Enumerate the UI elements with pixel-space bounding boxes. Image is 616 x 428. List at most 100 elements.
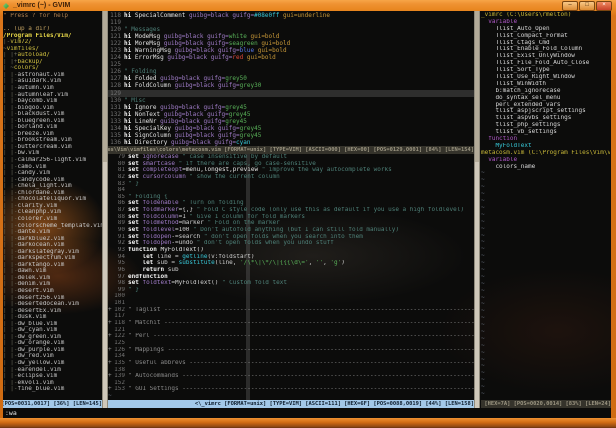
- code-line[interactable]: 125: [108, 61, 474, 68]
- empty-line[interactable]: ~: [481, 384, 610, 391]
- tag-line[interactable]: b:match_ignorecase: [481, 88, 610, 95]
- code-line[interactable]: 119: [108, 19, 474, 26]
- empty-line[interactable]: ~: [481, 350, 610, 357]
- tag-line[interactable]: do_syntax_sel_menu: [481, 95, 610, 102]
- code-line[interactable]: 124 hi ErrorMsg guibg=black guifg=red gui…: [108, 54, 474, 61]
- tag-line[interactable]: Tlist_Use_Right_Window: [481, 74, 610, 81]
- code-line[interactable]: 100: [108, 293, 474, 300]
- empty-line[interactable]: ~: [481, 260, 610, 267]
- empty-line[interactable]: ~: [481, 329, 610, 336]
- code-line[interactable]: 129: [108, 89, 474, 97]
- code-line[interactable]: 134 hi SpecialKey guibg=black guifg=grey4…: [108, 125, 474, 132]
- code-line[interactable]: 85 " Folding {: [108, 194, 474, 201]
- code-line[interactable]: 81 set completeopt=menu,longest,preview "…: [108, 167, 474, 174]
- code-line[interactable]: ~: [108, 393, 474, 400]
- tag-line[interactable]: tlist_vb_settings: [481, 129, 610, 136]
- code-line[interactable]: 98 set foldtext=MyFoldText() " Custom fol…: [108, 280, 474, 287]
- code-line[interactable]: +102 " Taglist --------------------------…: [108, 307, 474, 314]
- tag-line[interactable]: MyFoldText: [481, 143, 610, 150]
- statusline-explorer[interactable]: [POS=0031,0017] [36%] [LEN=145]: [3, 400, 102, 408]
- minimize-button[interactable]: –: [562, 1, 578, 11]
- empty-line[interactable]: ~: [481, 343, 610, 350]
- empty-line[interactable]: ~: [481, 233, 610, 240]
- empty-line[interactable]: ~: [481, 239, 610, 246]
- code-line[interactable]: +118 " Matchit --------------------------…: [108, 320, 474, 327]
- empty-line[interactable]: ~: [481, 363, 610, 370]
- empty-line[interactable]: ~: [481, 315, 610, 322]
- code-line[interactable]: 82 set cursorcolumn " show the current co…: [108, 174, 474, 181]
- empty-line[interactable]: ~: [481, 274, 610, 281]
- code-line[interactable]: +135 " Useful abbrevs -------------------…: [108, 360, 474, 367]
- maximize-button[interactable]: □: [579, 1, 595, 11]
- tag-line[interactable]: Tlist_Enable_Fold_Column: [481, 46, 610, 53]
- tag-line[interactable]: variable: [481, 157, 610, 164]
- code-line[interactable]: 134: [108, 353, 474, 360]
- empty-line[interactable]: ~: [481, 219, 610, 226]
- code-line[interactable]: 127 hi Folded guibg=black guifg=grey50: [108, 75, 474, 82]
- code-line[interactable]: +122 " Perl -----------------------------…: [108, 333, 474, 340]
- code-line[interactable]: 121 hi ModeMsg guibg=black guifg=white gu…: [108, 33, 474, 40]
- tag-line[interactable]: metacosm.vim (C:\Program Files\Vim\vi: [481, 150, 610, 157]
- code-line[interactable]: +126 " Mappings -------------------------…: [108, 347, 474, 354]
- empty-line[interactable]: ~: [481, 226, 610, 233]
- code-line[interactable]: 92 set foldopen-=undo " don't open folds …: [108, 240, 474, 247]
- tag-line[interactable]: colors_name: [481, 164, 610, 171]
- empty-line[interactable]: ~: [481, 336, 610, 343]
- code-line[interactable]: 131 hi Ignore guibg=black guifg=grey45: [108, 104, 474, 111]
- code-line[interactable]: 123 hi WarningMsg guibg=black guifg=blue …: [108, 47, 474, 54]
- empty-line[interactable]: ~: [481, 377, 610, 384]
- empty-line[interactable]: ~: [481, 205, 610, 212]
- code-line[interactable]: 95 let sub = substitute(line, '/\*\|\*/\…: [108, 260, 474, 267]
- code-line[interactable]: 86 set foldenable " Turn on folding: [108, 200, 474, 207]
- statusline-vimrc[interactable]: <\_vimrc [FORMAT=unix] [TYPE=VIM] [ASCII…: [108, 400, 474, 408]
- code-line[interactable]: 138: [108, 367, 474, 374]
- code-line[interactable]: 126 " Folding: [108, 68, 474, 75]
- code-line[interactable]: 136 hi Directory guibg=black guifg=cyan: [108, 139, 474, 146]
- tag-line[interactable]: tlist_aspvbs_settings: [481, 115, 610, 122]
- tag-line[interactable]: Tlist_WinWidth: [481, 81, 610, 88]
- code-line[interactable]: 87 set foldmarker={,} " Fold C style code…: [108, 207, 474, 214]
- empty-line[interactable]: ~: [481, 170, 610, 177]
- code-line[interactable]: 90 set foldlevel=100 " Don't autofold any…: [108, 227, 474, 234]
- tag-line[interactable]: perl_extended_vars: [481, 102, 610, 109]
- empty-line[interactable]: ~: [481, 322, 610, 329]
- code-line[interactable]: 128 hi FoldColumn guibg=black guifg=grey3…: [108, 82, 474, 89]
- tag-line[interactable]: Tlist_File_Fold_Auto_Close: [481, 60, 610, 67]
- code-line[interactable]: 89 set foldmethod=marker " Fold on the ma…: [108, 220, 474, 227]
- empty-line[interactable]: ~: [481, 281, 610, 288]
- code-line[interactable]: 120 " Messages: [108, 26, 474, 33]
- code-line[interactable]: 97 endfunction: [108, 274, 474, 281]
- empty-line[interactable]: ~: [481, 370, 610, 377]
- tag-line[interactable]: Tlist_Exist_OnlyWindow: [481, 53, 610, 60]
- code-line[interactable]: 101: [108, 300, 474, 307]
- code-line[interactable]: 125: [108, 340, 474, 347]
- empty-line[interactable]: ~: [481, 295, 610, 302]
- code-line[interactable]: 118 hi SpecialComment guibg=black guifg=#…: [108, 12, 474, 19]
- empty-line[interactable]: ~: [481, 253, 610, 260]
- empty-line[interactable]: ~: [481, 191, 610, 198]
- vimrc-scrollbar[interactable]: [474, 11, 480, 408]
- scrollbar-thumb[interactable]: [103, 11, 107, 163]
- code-line[interactable]: 121: [108, 327, 474, 334]
- code-line[interactable]: 94 let line = getline(v:foldstart): [108, 254, 474, 261]
- titlebar[interactable]: _vimrc (~) - GVIM – □ ×: [0, 0, 616, 11]
- tag-line[interactable]: Tlist_Ctags_Cmd: [481, 40, 610, 47]
- tag-line[interactable]: Tlist_Compact_Format: [481, 33, 610, 40]
- empty-line[interactable]: ~: [481, 288, 610, 295]
- empty-line[interactable]: ~: [481, 267, 610, 274]
- tag-line[interactable]: Tlist_Auto_Open: [481, 26, 610, 33]
- code-line[interactable]: 132 hi NonText guibg=black guifg=grey45: [108, 111, 474, 118]
- code-line[interactable]: 99 " }: [108, 287, 474, 294]
- code-line[interactable]: +153 " GUI Settings ---------------------…: [108, 386, 474, 393]
- code-line[interactable]: 79 set ignorecase " case insensitive by d…: [108, 154, 474, 161]
- code-line[interactable]: +139 " Autocommands ---------------------…: [108, 373, 474, 380]
- empty-line[interactable]: ~: [481, 177, 610, 184]
- tag-line[interactable]: variable: [481, 19, 610, 26]
- explorer-item[interactable]: | |-fine_blue.vim: [3, 386, 102, 393]
- scrollbar-thumb[interactable]: [475, 11, 479, 163]
- code-line[interactable]: 135 hi SignColumn guibg=black guifg=grey4…: [108, 132, 474, 139]
- code-line[interactable]: 96 return sub: [108, 267, 474, 274]
- code-line[interactable]: 80 set smartcase " if there are caps, go …: [108, 161, 474, 168]
- statusline-taglist[interactable]: [ASCII=122] [HEX=7A] [POS=0020,0014] [83…: [481, 400, 611, 408]
- empty-line[interactable]: ~: [481, 308, 610, 315]
